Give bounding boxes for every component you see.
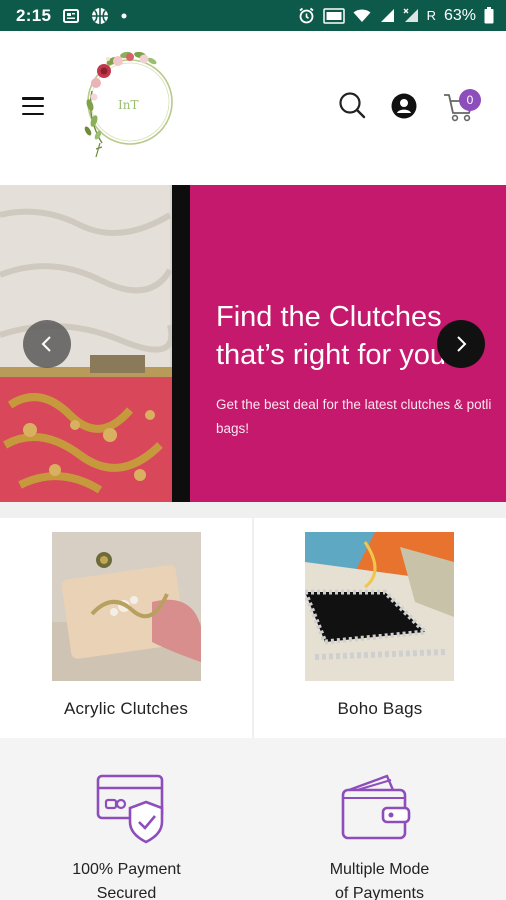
cart-count-badge: 0 [459,89,481,111]
signal-icon [379,8,395,23]
feature-multiple-payment-modes: Multiple Mode of Payments [253,738,506,900]
news-notification-icon [63,8,80,24]
wifi-icon [353,8,371,23]
category-label: Boho Bags [337,699,423,718]
feature-label: Multiple Mode of Payments [253,858,506,900]
features-section: 100% Payment Secured Multiple Mode of Pa… [0,738,506,900]
feature-secure-payment: 100% Payment Secured [0,738,253,900]
secure-payment-card-icon [96,774,164,844]
alarm-icon [298,7,315,24]
category-card-boho-bags[interactable]: Boho Bags [254,518,506,738]
roaming-indicator: R [426,8,436,23]
basketball-notification-icon [91,7,109,25]
search-icon[interactable] [338,91,366,119]
feature-label-line2: of Payments [335,885,424,900]
wallet-icon [341,774,411,840]
slider-next-button[interactable] [437,320,485,368]
volte-icon [322,7,345,24]
feature-label-line2: Secured [96,885,157,900]
status-bar: 2:15 R 63% [0,0,506,31]
chevron-right-icon [457,336,467,352]
battery-icon [484,7,494,24]
feature-label-line1: Multiple Mode [329,861,430,878]
account-icon[interactable] [391,93,417,119]
feature-label-line1: 100% Payment [72,861,181,878]
chevron-left-icon [41,336,51,352]
battery-percent: 63% [443,6,476,24]
hamburger-menu-icon[interactable] [22,97,44,115]
dot-icon [121,13,127,19]
boho-bags-image [305,532,454,681]
acrylic-clutch-image [52,532,201,681]
category-card-acrylic-clutches[interactable]: Acrylic Clutches [0,518,252,738]
category-label: Acrylic Clutches [63,699,189,718]
signal-no-data-icon [403,8,419,23]
status-time: 2:15 [16,5,52,25]
hero-slider[interactable]: Find the Clutches that’s right for you G… [0,185,506,502]
logo-text: InT [118,98,139,112]
app-header: InT 0 [0,31,506,185]
category-grid: Acrylic Clutches Boho Bags [0,502,506,738]
slider-prev-button[interactable] [23,320,71,368]
hero-subtitle: Get the best deal for the latest clutche… [216,397,492,436]
feature-label: 100% Payment Secured [0,858,253,900]
